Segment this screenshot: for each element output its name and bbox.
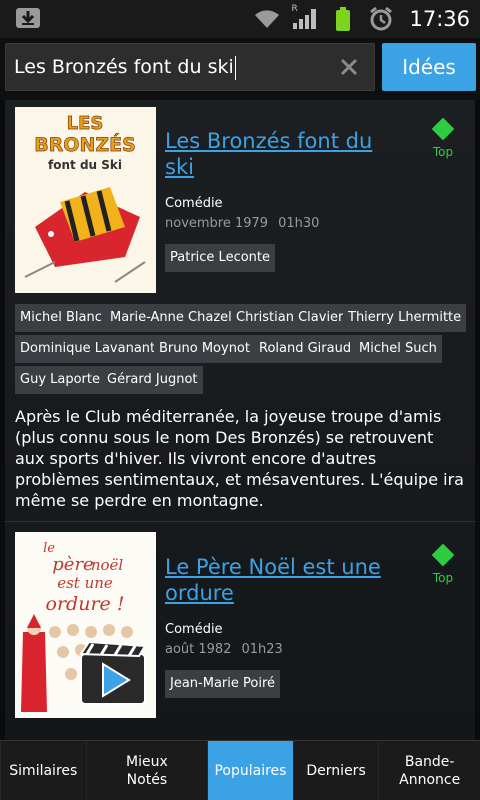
cast-chip[interactable]: Michel Blanc: [15, 304, 107, 332]
tab-bande-annonce[interactable]: Bande-Annonce: [378, 741, 480, 800]
svg-text:père: père: [52, 554, 93, 575]
top-diamond-icon: [431, 543, 455, 567]
movie-card: le père noël est une ordure ! Le Père No…: [5, 522, 475, 740]
clear-search-button[interactable]: [338, 56, 360, 78]
cast-chip[interactable]: Bruno Moynot: [154, 335, 255, 363]
movie-meta: août 1982 01h23: [165, 642, 293, 657]
tab-populaires[interactable]: Populaires: [207, 741, 293, 800]
close-icon: [340, 58, 358, 76]
movie-genre: Comédie: [165, 622, 223, 637]
download-icon: [14, 6, 42, 30]
cast-chip[interactable]: Marie-Anne Chazel: [105, 304, 237, 332]
wifi-icon: [253, 6, 281, 32]
svg-text:ordure !: ordure !: [46, 593, 125, 615]
movie-genre: Comédie: [165, 196, 223, 211]
cast-chip[interactable]: Thierry Lhermitte: [343, 304, 467, 332]
search-input-text: Les Bronzés font du ski: [14, 56, 234, 78]
cast-chip[interactable]: Christian Clavier: [231, 304, 349, 332]
clock: 17:36: [409, 7, 470, 31]
duration: 01h30: [278, 216, 320, 231]
svg-text:font du Ski: font du Ski: [48, 158, 122, 172]
top-label: Top: [432, 145, 454, 159]
cast-chip[interactable]: Dominique Lavanant: [15, 335, 161, 363]
movie-poster[interactable]: LES BRONZÉS font du Ski: [15, 107, 156, 293]
search-row: Les Bronzés font du ski Idées: [0, 38, 480, 100]
top-badge: Top: [425, 543, 461, 585]
svg-text:LES: LES: [67, 113, 104, 134]
text-cursor: [234, 55, 236, 80]
svg-text:BRONZÉS: BRONZÉS: [34, 133, 136, 156]
svg-text:est une: est une: [57, 574, 113, 592]
trailer-icon[interactable]: [79, 640, 149, 706]
search-input[interactable]: Les Bronzés font du ski: [14, 44, 324, 90]
duration: 01h23: [241, 642, 283, 657]
movie-poster[interactable]: le père noël est une ordure !: [15, 532, 156, 718]
movie-title-link[interactable]: Les Bronzés font du ski: [165, 128, 405, 180]
ideas-button[interactable]: Idées: [382, 43, 476, 91]
movie-title-link[interactable]: Le Père Noël est une ordure: [165, 554, 405, 606]
status-bar: R 17:36: [0, 0, 480, 38]
results-list[interactable]: LES BRONZÉS font du Ski Les Bronzés font…: [5, 100, 475, 740]
director-chip[interactable]: Jean-Marie Poiré: [165, 670, 280, 698]
top-diamond-icon: [431, 117, 455, 141]
movie-synopsis: Après le Club méditerranée, la joyeuse t…: [15, 407, 464, 510]
release-date: novembre 1979: [165, 216, 269, 231]
top-badge: Top: [425, 117, 461, 159]
cast-chip[interactable]: Gérard Jugnot: [102, 366, 203, 394]
signal-icon: R: [291, 4, 319, 32]
cast-chip[interactable]: Roland Giraud: [254, 335, 357, 363]
movie-card: LES BRONZÉS font du Ski Les Bronzés font…: [5, 100, 475, 522]
release-date: août 1982: [165, 642, 232, 657]
director-chip[interactable]: Patrice Leconte: [165, 244, 276, 272]
battery-icon: [329, 6, 357, 32]
bottom-tab-bar: Similaires Mieux Notés Populaires Dernie…: [0, 740, 480, 800]
tab-similaires[interactable]: Similaires: [0, 741, 86, 800]
alarm-icon: [367, 6, 395, 32]
svg-text:noël: noël: [91, 556, 124, 574]
movie-meta: novembre 1979 01h30: [165, 216, 329, 231]
roaming-badge: R: [291, 4, 298, 14]
tab-derniers[interactable]: Derniers: [292, 741, 379, 800]
cast-chip[interactable]: Michel Such: [354, 335, 442, 363]
search-box[interactable]: Les Bronzés font du ski: [5, 43, 375, 91]
top-label: Top: [432, 571, 454, 585]
tab-mieux-notes[interactable]: Mieux Notés: [85, 741, 208, 800]
cast-chip[interactable]: Guy Laporte: [15, 366, 105, 394]
